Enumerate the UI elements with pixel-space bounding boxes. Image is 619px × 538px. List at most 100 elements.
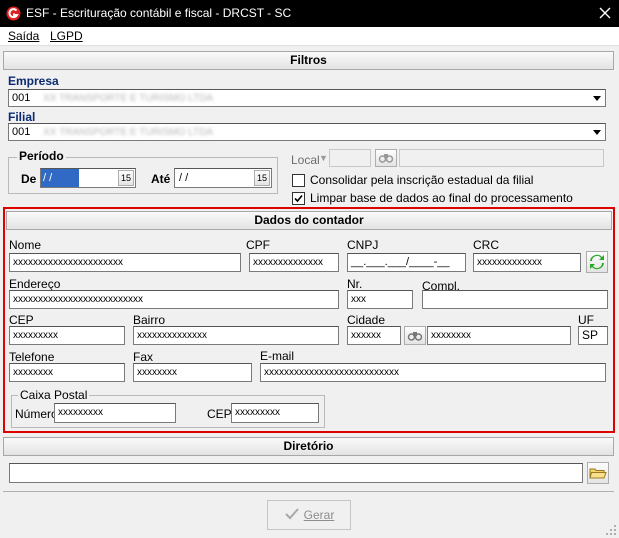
cpf-value: xxxxxxxxxxxxxx — [253, 257, 323, 268]
endereco-value: xxxxxxxxxxxxxxxxxxxxxxxxxx — [13, 294, 143, 305]
email-field[interactable]: xxxxxxxxxxxxxxxxxxxxxxxxxxx — [260, 363, 606, 382]
de-calendar-glyph: 15 — [120, 173, 131, 183]
cpf-field[interactable]: xxxxxxxxxxxxxx — [249, 253, 339, 272]
nr-label: Nr. — [347, 277, 363, 291]
nome-label: Nome — [9, 238, 42, 252]
fax-value: xxxxxxxx — [137, 367, 177, 378]
de-date-field[interactable]: / / 15 — [40, 168, 136, 188]
endereco-field[interactable]: xxxxxxxxxxxxxxxxxxxxxxxxxx — [9, 290, 339, 309]
cep-label: CEP — [9, 313, 34, 327]
cidade-name-field[interactable]: xxxxxxxx — [427, 326, 571, 345]
periodo-legend: Período — [17, 149, 66, 163]
caixa-postal-legend: Caixa Postal — [18, 388, 90, 402]
cidade-search-button[interactable] — [404, 326, 426, 345]
title-bar: ESF - Escrituração contábil e fiscal - D… — [0, 0, 619, 27]
empresa-code: 001 — [12, 92, 31, 104]
bairro-value: xxxxxxxxxxxxxx — [137, 330, 207, 341]
de-calendar-icon[interactable]: 15 — [118, 170, 134, 186]
ate-calendar-icon[interactable]: 15 — [254, 170, 270, 186]
menu-lgpd-label: LGPD — [50, 29, 83, 43]
de-date-value: / / — [41, 169, 79, 187]
cidade-label: Cidade — [347, 313, 386, 327]
menu-saida-label: Saída — [8, 29, 40, 43]
cp-numero-value: xxxxxxxxx — [58, 407, 103, 418]
cp-cep-field[interactable]: xxxxxxxxx — [231, 403, 319, 423]
consolidar-checkbox[interactable] — [292, 174, 305, 187]
contador-header: Dados do contador — [6, 211, 612, 230]
uf-value: SP — [582, 328, 599, 342]
empresa-name: XX TRANSPORTE E TURISMO LTDA — [43, 93, 213, 104]
cnpj-mask: __.___.___/____-__ — [351, 256, 450, 268]
uf-field[interactable]: SP — [578, 326, 608, 345]
de-label: De — [21, 172, 37, 186]
app-logo-icon — [6, 6, 21, 21]
cnpj-label: CNPJ — [347, 238, 379, 252]
nr-value: xxx — [351, 294, 366, 305]
refresh-icon — [590, 254, 604, 270]
email-label: E-mail — [260, 349, 295, 363]
local-code-field[interactable] — [329, 149, 371, 167]
filial-combobox[interactable]: 001 XX TRANSPORTE E TURISMO LTDA — [8, 123, 606, 141]
gerar-label: Gerar — [303, 508, 335, 522]
binoculars-icon — [407, 332, 423, 341]
uf-label: UF — [578, 313, 594, 327]
telefone-label: Telefone — [9, 350, 55, 364]
local-label: Local — [291, 153, 320, 167]
resize-grip-icon[interactable] — [605, 524, 617, 536]
cpf-label: CPF — [246, 238, 270, 252]
limpar-checkbox[interactable] — [292, 192, 305, 205]
chevron-down-icon[interactable] — [589, 124, 605, 140]
menu-bar: Saída LGPD — [0, 27, 619, 46]
endereco-label: Endereço — [9, 277, 61, 291]
empresa-label: Empresa — [8, 74, 59, 88]
ate-date-value: / / — [179, 172, 189, 184]
menu-lgpd[interactable]: LGPD — [50, 29, 83, 43]
diretorio-header: Diretório — [3, 437, 614, 456]
cidade-name-value: xxxxxxxx — [431, 330, 471, 341]
limpar-label: Limpar base de dados ao final do process… — [310, 191, 573, 205]
ate-label: Até — [151, 172, 171, 186]
cep-field[interactable]: xxxxxxxxx — [9, 326, 125, 345]
cep-value: xxxxxxxxx — [13, 330, 58, 341]
browse-folder-button[interactable] — [587, 462, 609, 484]
filial-code: 001 — [12, 126, 31, 138]
refresh-button[interactable] — [586, 251, 608, 273]
cp-cep-value: xxxxxxxxx — [235, 407, 280, 418]
window-title: ESF - Escrituração contábil e fiscal - D… — [26, 6, 292, 20]
crc-label: CRC — [473, 238, 499, 252]
folder-icon — [589, 468, 607, 479]
crc-field[interactable]: xxxxxxxxxxxxx — [473, 253, 581, 272]
bairro-label: Bairro — [133, 313, 166, 327]
telefone-value: xxxxxxxx — [13, 367, 53, 378]
bairro-field[interactable]: xxxxxxxxxxxxxx — [133, 326, 339, 345]
chevron-down-icon[interactable] — [589, 90, 605, 106]
telefone-field[interactable]: xxxxxxxx — [9, 363, 125, 382]
cnpj-field[interactable]: __.___.___/____-__ — [347, 253, 466, 272]
binoculars-icon — [378, 154, 394, 163]
crc-value: xxxxxxxxxxxxx — [477, 257, 542, 268]
footer-separator — [3, 491, 614, 492]
email-value: xxxxxxxxxxxxxxxxxxxxxxxxxxx — [264, 367, 399, 378]
fax-label: Fax — [133, 350, 154, 364]
empresa-combobox[interactable]: 001 XX TRANSPORTE E TURISMO LTDA — [8, 89, 606, 107]
local-search-button[interactable] — [375, 149, 397, 167]
checkmark-icon — [284, 508, 299, 520]
menu-saida[interactable]: Saída — [8, 29, 39, 43]
local-name-field[interactable] — [399, 149, 604, 167]
cidade-code-field[interactable]: xxxxxx — [347, 326, 401, 345]
cp-numero-field[interactable]: xxxxxxxxx — [54, 403, 176, 423]
local-sort-icon: ▼ — [319, 153, 328, 163]
nome-field[interactable]: xxxxxxxxxxxxxxxxxxxxxx — [9, 253, 241, 272]
ate-calendar-glyph: 15 — [256, 173, 267, 183]
filial-label: Filial — [8, 110, 36, 124]
nr-field[interactable]: xxx — [347, 290, 413, 309]
gerar-button[interactable]: Gerar — [267, 500, 351, 530]
consolidar-label: Consolidar pela inscrição estadual da fi… — [310, 173, 534, 187]
cp-numero-label: Número — [15, 407, 58, 421]
cp-cep-label: CEP — [207, 407, 232, 421]
ate-date-field[interactable]: / / 15 — [174, 168, 272, 188]
compl-field[interactable] — [422, 290, 608, 309]
diretorio-field[interactable] — [9, 463, 583, 483]
fax-field[interactable]: xxxxxxxx — [133, 363, 252, 382]
close-icon[interactable] — [596, 4, 614, 22]
